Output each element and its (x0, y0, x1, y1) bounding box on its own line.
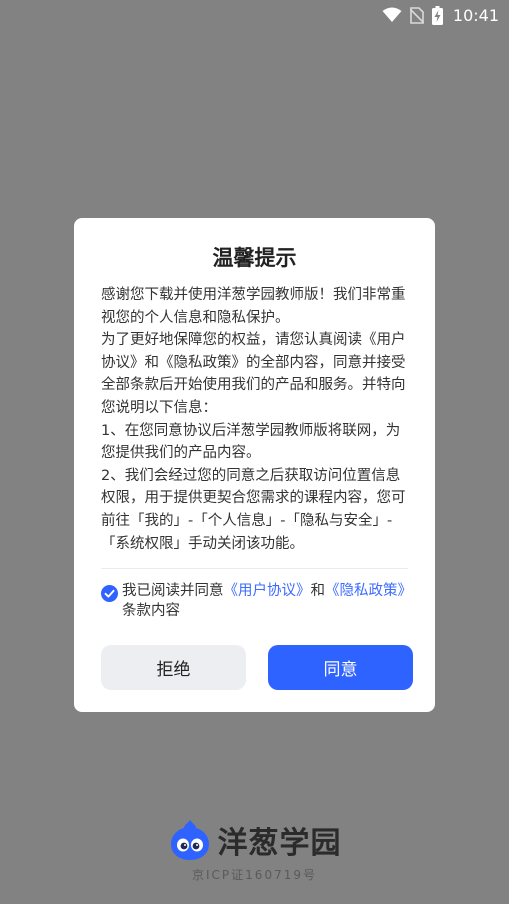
agreement-prefix: 我已阅读并同意 (122, 583, 224, 599)
brand-footer: 洋葱学园 (0, 818, 509, 862)
battery-charging-icon (431, 5, 443, 25)
app-screen: 10:41 温馨提示 感谢您下载并使用洋葱学园教师版！我们非常重视您的个人信息和… (0, 0, 509, 904)
reject-button[interactable]: 拒绝 (101, 645, 246, 690)
status-bar: 10:41 (0, 0, 509, 30)
status-time: 10:41 (452, 5, 499, 25)
brand-name: 洋葱学园 (217, 826, 342, 861)
body-paragraph-location: 2、我们会经过您的同意之后获取访问位置信息权限，用于提供更契合您需求的课程内容，… (101, 467, 406, 552)
body-paragraph-intro: 感谢您下载并使用洋葱学园教师版！我们非常重视您的个人信息和隐私保护。 (101, 287, 406, 326)
checkbox-checked-icon[interactable] (101, 585, 118, 602)
accept-button[interactable]: 同意 (268, 645, 413, 690)
agreement-suffix: 条款内容 (122, 602, 180, 619)
user-agreement-link[interactable]: 《用户协议》 (224, 583, 311, 599)
agreement-conjunction: 和 (310, 583, 326, 599)
dialog-body: 感谢您下载并使用洋葱学园教师版！我们非常重视您的个人信息和隐私保护。 为了更好地… (101, 284, 413, 555)
divider (101, 568, 408, 569)
no-sim-icon (409, 6, 424, 24)
privacy-dialog: 温馨提示 感谢您下载并使用洋葱学园教师版！我们非常重视您的个人信息和隐私保护。 … (74, 218, 435, 712)
icp-license: 京ICP证160719号 (192, 868, 317, 882)
dialog-title: 温馨提示 (212, 246, 297, 270)
body-paragraph-network: 1、在您同意协议后洋葱学园教师版将联网，为您提供我们的产品内容。 (101, 422, 401, 462)
wifi-icon (382, 7, 402, 22)
agreement-row: 我已阅读并同意《用户协议》和《隐私政策》条款内容 (101, 582, 413, 621)
privacy-policy-link[interactable]: 《隐私政策》 (325, 583, 412, 599)
agreement-text: 我已阅读并同意《用户协议》和《隐私政策》条款内容 (101, 582, 413, 621)
body-paragraph-rights: 为了更好地保障您的权益，请您认真阅读《用户协议》和《隐私政策》的全部内容，同意并… (101, 332, 406, 416)
onion-mascot-icon (170, 820, 209, 860)
